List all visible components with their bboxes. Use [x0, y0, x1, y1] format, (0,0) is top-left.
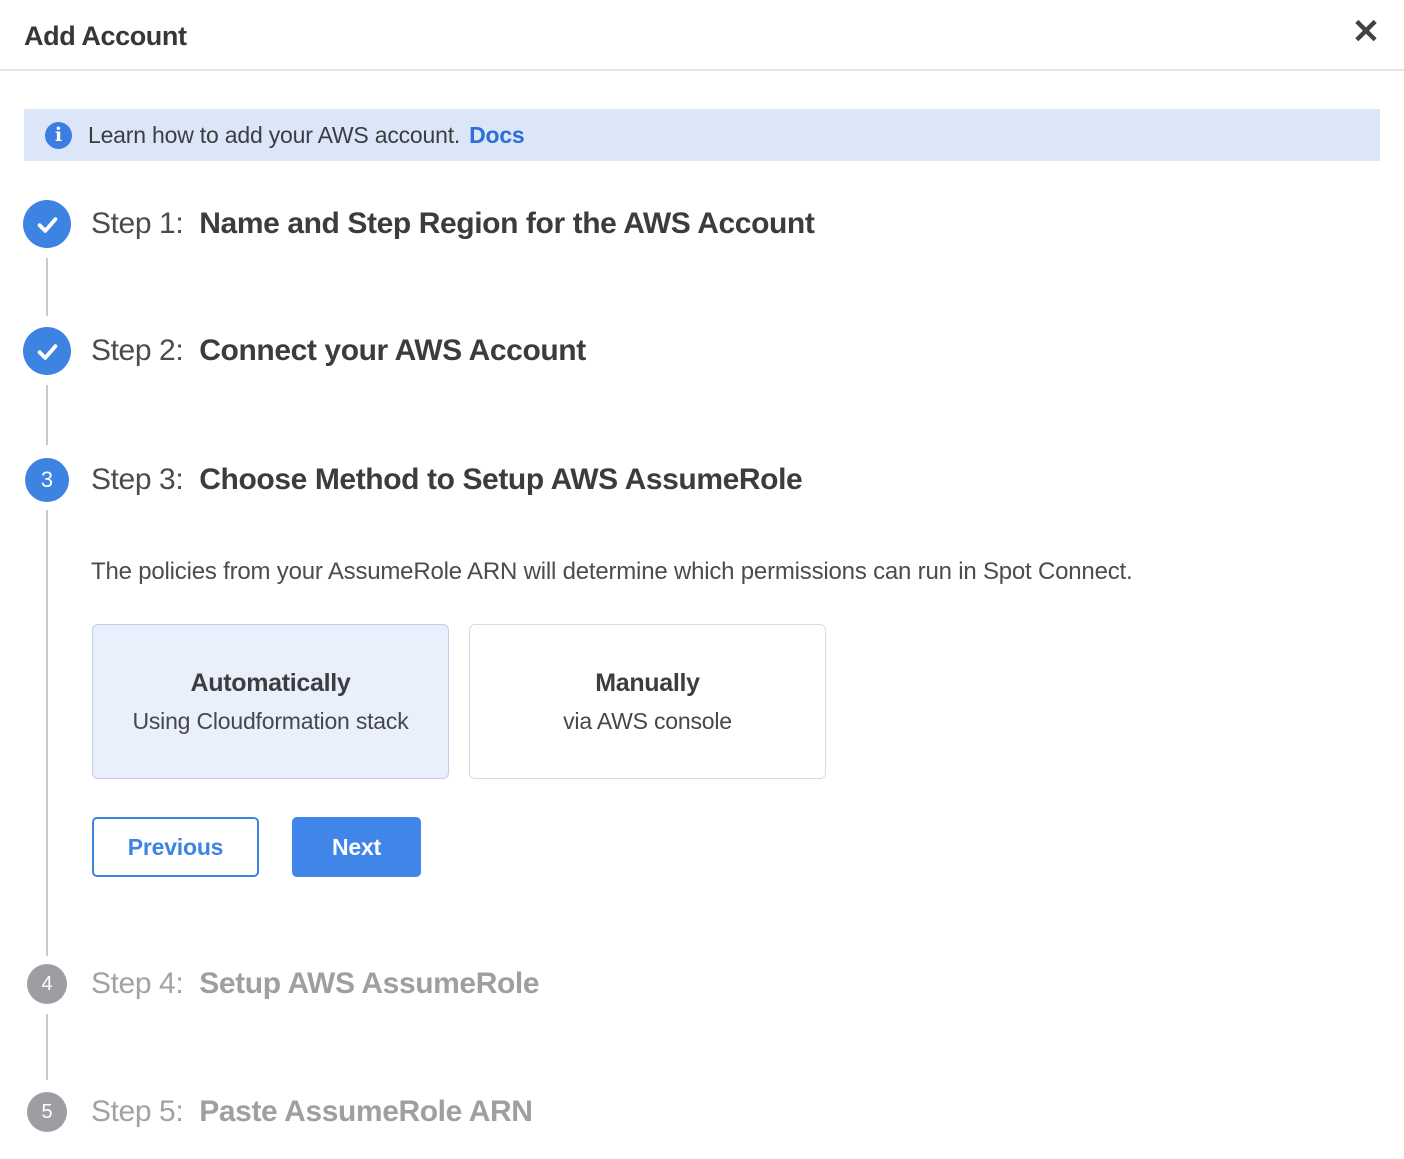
- method-card-manually[interactable]: Manually via AWS console: [469, 624, 826, 779]
- step-name: Name and Step Region for the AWS Account: [199, 207, 814, 240]
- step-3-indicator: 3: [25, 458, 69, 502]
- step-label: Step 2:: [91, 334, 183, 367]
- banner-text: Learn how to add your AWS account.: [88, 122, 460, 149]
- step-name: Paste AssumeRole ARN: [199, 1095, 532, 1128]
- info-icon: i: [45, 122, 72, 149]
- step-4-indicator: 4: [27, 964, 67, 1004]
- method-options: Automatically Using Cloudformation stack…: [92, 624, 826, 779]
- step-name: Choose Method to Setup AWS AssumeRole: [199, 463, 802, 496]
- step-1-title: Step 1: Name and Step Region for the AWS …: [91, 204, 814, 244]
- checkmark-icon: [34, 338, 61, 365]
- step-label: Step 4:: [91, 967, 183, 1000]
- next-button[interactable]: Next: [292, 817, 421, 877]
- step-connector: [46, 258, 48, 316]
- step-connector: [46, 385, 48, 445]
- step-2-title: Step 2: Connect your AWS Account: [91, 331, 586, 371]
- modal-header: Add Account ✕: [0, 0, 1404, 71]
- modal-title: Add Account: [24, 14, 187, 58]
- step-label: Step 1:: [91, 207, 183, 240]
- method-title: Automatically: [190, 669, 350, 698]
- step-3-title: Step 3: Choose Method to Setup AWS Assume…: [91, 460, 802, 500]
- close-icon: ✕: [1352, 12, 1381, 52]
- step-number: 3: [41, 467, 53, 493]
- method-subtitle: via AWS console: [563, 708, 732, 735]
- add-account-modal: Add Account ✕ i Learn how to add your AW…: [0, 0, 1404, 1159]
- previous-button[interactable]: Previous: [92, 817, 259, 877]
- step-connector: [46, 510, 48, 956]
- method-card-automatically[interactable]: Automatically Using Cloudformation stack: [92, 624, 449, 779]
- step-3-description: The policies from your AssumeRole ARN wi…: [91, 556, 1132, 588]
- step-5-indicator: 5: [27, 1092, 67, 1132]
- step-label: Step 5:: [91, 1095, 183, 1128]
- step-name: Setup AWS AssumeRole: [199, 967, 539, 1000]
- step-1-indicator: [23, 200, 71, 248]
- step-5-title: Step 5: Paste AssumeRole ARN: [91, 1092, 533, 1132]
- step-label: Step 3:: [91, 463, 183, 496]
- info-banner: i Learn how to add your AWS account. Doc…: [24, 109, 1380, 161]
- step-connector: [46, 1014, 48, 1080]
- close-button[interactable]: ✕: [1346, 12, 1386, 52]
- step-4-title: Step 4: Setup AWS AssumeRole: [91, 964, 539, 1004]
- step-number: 4: [41, 973, 52, 996]
- method-title: Manually: [595, 669, 700, 698]
- checkmark-icon: [34, 211, 61, 238]
- step-3-actions: Previous Next: [92, 817, 421, 877]
- step-name: Connect your AWS Account: [199, 334, 586, 367]
- docs-link[interactable]: Docs: [469, 122, 524, 149]
- step-2-indicator: [23, 327, 71, 375]
- step-number: 5: [41, 1101, 52, 1124]
- method-subtitle: Using Cloudformation stack: [132, 708, 408, 735]
